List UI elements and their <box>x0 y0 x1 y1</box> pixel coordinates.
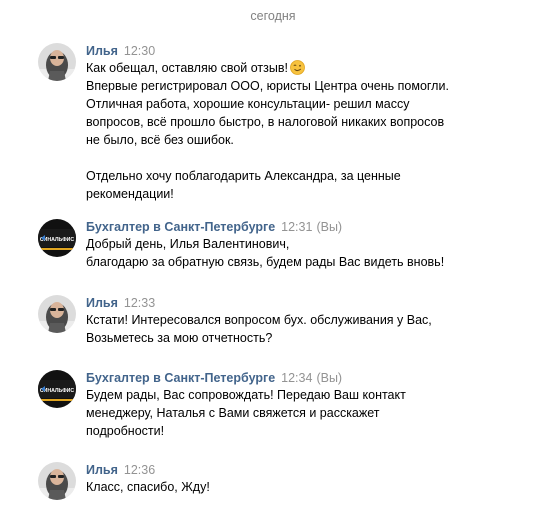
message-body: Илья 12:33 Кстати! Интересовался вопросом… <box>86 295 536 347</box>
message-time[interactable]: 12:33 <box>124 296 155 310</box>
text-line: рекомендации! <box>86 187 174 201</box>
message-text: Будем рады, Вас сопровождать! Передаю Ва… <box>86 386 536 440</box>
text-line: Возьметесь за мою отчетность? <box>86 331 273 345</box>
you-label: (Вы) <box>316 220 343 234</box>
avatar[interactable] <box>38 462 76 500</box>
logo-text: СИНАЛЬФИС <box>40 388 75 394</box>
text-line: Отдельно хочу поблагодарить Александра, … <box>86 169 401 183</box>
message-time[interactable]: 12:36 <box>124 463 155 477</box>
user-avatar-image <box>38 43 76 81</box>
text-line: не было, всё без ошибок. <box>86 133 234 147</box>
you-label: (Вы) <box>316 371 343 385</box>
text-line: подробности! <box>86 424 165 438</box>
author-name[interactable]: Илья <box>86 296 118 310</box>
text-line: Будем рады, Вас сопровождать! Передаю Ва… <box>86 388 406 402</box>
text-line: вопросов, всё прошло быстро, в налоговой… <box>86 115 445 129</box>
message-text: Добрый день, Илья Валентинович, благодар… <box>86 235 536 271</box>
message-text: Класс, спасибо, Жду! <box>86 478 536 496</box>
message-header: Илья 12:33 <box>86 295 536 311</box>
author-name[interactable]: Илья <box>86 44 118 58</box>
author-name[interactable]: Бухгалтер в Санкт-Петербурге <box>86 220 275 234</box>
avatar[interactable] <box>38 295 76 333</box>
avatar[interactable] <box>38 43 76 81</box>
company-logo-icon: СИНАЛЬФИС <box>38 370 76 408</box>
user-avatar-image <box>38 295 76 333</box>
message: СИНАЛЬФИС Бухгалтер в Санкт-Петербурге 12… <box>38 370 538 442</box>
date-separator: сегодня <box>250 9 296 23</box>
text-line: Впервые регистрировал ООО, юристы Центра… <box>86 79 449 93</box>
message-body: Илья 12:36 Класс, спасибо, Жду! <box>86 462 536 496</box>
message-header: Илья 12:30 <box>86 43 536 59</box>
message-text: Кстати! Интересовался вопросом бух. обсл… <box>86 311 536 347</box>
message-time[interactable]: 12:30 <box>124 44 155 58</box>
message-header: Илья 12:36 <box>86 462 536 478</box>
text-line: Как обещал, оставляю свой отзыв! <box>86 59 536 77</box>
message-header: Бухгалтер в Санкт-Петербурге 12:31 (Вы) <box>86 219 536 235</box>
text-line: Кстати! Интересовался вопросом бух. обсл… <box>86 313 432 327</box>
text-line: Класс, спасибо, Жду! <box>86 480 210 494</box>
author-name[interactable]: Бухгалтер в Санкт-Петербурге <box>86 371 275 385</box>
message-body: Илья 12:30 Как обещал, оставляю свой отзы… <box>86 43 536 203</box>
message: Илья 12:30 Как обещал, оставляю свой отзы… <box>38 43 538 203</box>
avatar[interactable]: СИНАЛЬФИС <box>38 219 76 257</box>
logo-text: СИНАЛЬФИС <box>40 237 75 243</box>
message-header: Бухгалтер в Санкт-Петербурге 12:34 (Вы) <box>86 370 536 386</box>
message-body: Бухгалтер в Санкт-Петербурге 12:34 (Вы) Бу… <box>86 370 536 440</box>
company-logo-icon: СИНАЛЬФИС <box>38 219 76 257</box>
message-body: Бухгалтер в Санкт-Петербурге 12:31 (Вы) До… <box>86 219 536 271</box>
text-line: благодарю за обратную связь, будем рады … <box>86 255 445 269</box>
avatar[interactable]: СИНАЛЬФИС <box>38 370 76 408</box>
message: Илья 12:36 Класс, спасибо, Жду! <box>38 462 538 502</box>
text-line: Отличная работа, хорошие консультации- р… <box>86 97 410 111</box>
message: Илья 12:33 Кстати! Интересовался вопросом… <box>38 295 538 351</box>
user-avatar-image <box>38 462 76 500</box>
text-line: менеджеру, Наталья с Вами свяжется и рас… <box>86 406 380 420</box>
text-line: Добрый день, Илья Валентинович, <box>86 237 290 251</box>
wink-smile-emoji-icon <box>290 60 305 75</box>
text-segment: Как обещал, оставляю свой отзыв! <box>86 61 288 75</box>
message-text: Как обещал, оставляю свой отзыв! Впервые… <box>86 59 536 203</box>
message: СИНАЛЬФИС Бухгалтер в Санкт-Петербурге 12… <box>38 219 538 275</box>
message-time[interactable]: 12:34 <box>281 371 312 385</box>
author-name[interactable]: Илья <box>86 463 118 477</box>
message-time[interactable]: 12:31 <box>281 220 312 234</box>
